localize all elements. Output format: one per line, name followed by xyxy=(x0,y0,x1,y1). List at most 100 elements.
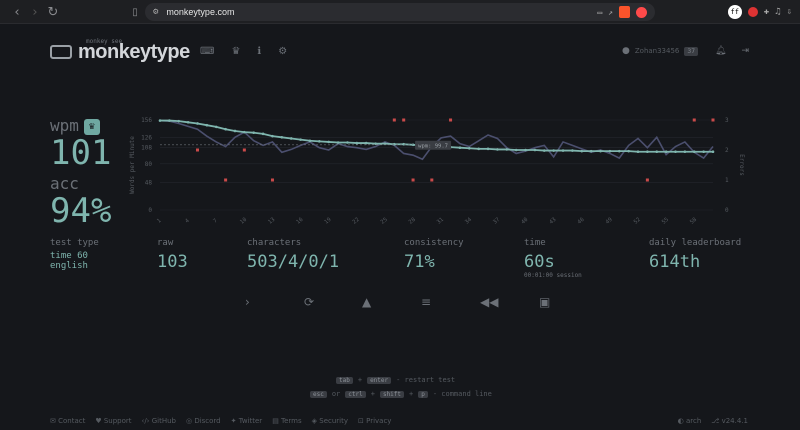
settings-gear-icon[interactable]: ⚙ xyxy=(278,46,287,57)
wpm-point xyxy=(627,149,630,153)
y-tick-label: 0 xyxy=(148,207,152,214)
characters-label: characters xyxy=(247,238,302,248)
error-point xyxy=(449,118,453,122)
record-icon[interactable] xyxy=(747,7,758,17)
monkeytype-app: monkey see monkeytype ⌨ ♛ ℹ ⚙ ● Zohan334… xyxy=(0,24,800,430)
username: Zohan33456 xyxy=(634,47,680,55)
time-value: 60s xyxy=(524,252,555,272)
error-point xyxy=(402,118,406,122)
error-point xyxy=(242,148,246,152)
bookmark-icon[interactable]: ▯ xyxy=(126,3,144,21)
y2-tick-label: 0 xyxy=(725,207,729,214)
repeat-test-icon[interactable]: ⟳ xyxy=(304,295,314,309)
x-tick-label: 43 xyxy=(549,217,558,226)
wpm-point xyxy=(186,121,190,124)
error-point xyxy=(411,178,415,182)
wpm-point xyxy=(177,119,181,123)
footer-terms[interactable]: ▤ Terms xyxy=(272,417,301,425)
share-icon[interactable]: ↗ xyxy=(608,8,613,17)
wpm-point xyxy=(346,141,349,144)
reload-icon[interactable]: ↻ xyxy=(44,3,62,21)
x-tick-label: 46 xyxy=(577,217,586,226)
error-point xyxy=(711,118,715,122)
toggle-words-history-icon[interactable]: ≡ xyxy=(421,295,431,309)
forward-icon[interactable]: › xyxy=(26,3,44,21)
footer-twitter[interactable]: ✦ Twitter xyxy=(231,417,263,425)
session-time: 00:01:00 session xyxy=(524,272,582,279)
y-tick-label: 80 xyxy=(145,161,153,168)
leaderboard-crown-icon[interactable]: ♛ xyxy=(231,46,240,57)
characters-value: 503/4/0/1 xyxy=(247,252,340,272)
extension-ff-icon[interactable]: ff xyxy=(727,5,742,19)
wpm-point xyxy=(571,149,574,152)
about-info-icon[interactable]: ℹ xyxy=(257,46,261,57)
footer-github[interactable]: ‹/› GitHub xyxy=(142,417,176,425)
x-tick-label: 49 xyxy=(605,217,614,226)
x-tick-label: 16 xyxy=(295,217,304,226)
watch-replay-icon[interactable]: ◀◀ xyxy=(480,295,498,309)
error-point xyxy=(270,178,274,182)
wpm-point xyxy=(711,150,715,154)
wpm-point xyxy=(214,125,218,129)
extensions-icon[interactable]: ✚ xyxy=(764,7,769,17)
terms-label: Terms xyxy=(281,417,302,425)
error-point xyxy=(645,178,649,182)
next-test-chevron-icon[interactable]: › xyxy=(245,295,250,309)
support-label: Support xyxy=(103,417,132,425)
footer-links: ✉ Contact ♥ Support ‹/› GitHub ◎ Discord… xyxy=(50,417,391,425)
notifications-bell-icon[interactable]: 🔔︎ xyxy=(715,46,726,56)
save-screenshot-icon[interactable]: ▣ xyxy=(539,295,550,309)
version-label: v24.4.1 xyxy=(721,417,748,425)
user-icon: ● xyxy=(622,46,630,56)
wpm-point xyxy=(271,134,274,138)
consistency-label: consistency xyxy=(404,238,464,248)
theme-button[interactable]: ◐ arch xyxy=(678,417,702,425)
keyboard-icon[interactable]: ⌨ xyxy=(200,46,214,57)
raw-series-line xyxy=(159,119,714,161)
footer-privacy[interactable]: ⊡ Privacy xyxy=(358,417,391,425)
wpm-point xyxy=(261,132,265,136)
version-button[interactable]: ⎇ v24.4.1 xyxy=(711,417,748,425)
media-icon[interactable]: ♫ xyxy=(775,7,780,17)
command-line-hint: esc or ctrl + shift + p - command line xyxy=(310,390,492,398)
raw-stat: raw 103 xyxy=(157,238,188,272)
wpm-point xyxy=(664,150,668,154)
x-tick-label: 31 xyxy=(436,217,445,226)
wpm-point xyxy=(636,150,640,154)
wpm-chart[interactable]: 0488010812615601231 4 7 10 13 16 19 22 25 28 31 34 3… xyxy=(128,110,748,230)
wpm-point xyxy=(599,149,602,153)
x-tick-label: 1 xyxy=(156,218,162,225)
wpm-point xyxy=(402,142,405,146)
wpm-point xyxy=(655,150,659,154)
discord-label: Discord xyxy=(194,417,221,425)
site-info-icon[interactable]: ⚙ xyxy=(153,7,158,17)
p-key: p xyxy=(418,390,428,398)
acc-value: 94% xyxy=(50,191,112,231)
cast-icon[interactable]: ▭ xyxy=(597,8,602,17)
address-bar[interactable]: ⚙ monkeytype.com ▭ ↗ xyxy=(145,3,655,21)
downloads-icon[interactable]: ⇩ xyxy=(787,7,792,17)
x-tick-label: 55 xyxy=(661,217,670,226)
footer-discord[interactable]: ◎ Discord xyxy=(186,417,221,425)
wpm-point xyxy=(505,148,509,151)
logo-text[interactable]: monkeytype xyxy=(78,41,190,64)
brave-rewards-icon[interactable] xyxy=(636,6,647,18)
security-label: Security xyxy=(319,417,349,425)
logo-icon[interactable] xyxy=(50,45,72,59)
error-point xyxy=(430,178,434,182)
logout-icon[interactable]: ⇥ xyxy=(741,46,749,56)
footer-support[interactable]: ♥ Support xyxy=(95,417,131,425)
or-text: or xyxy=(331,390,341,398)
enter-key: enter xyxy=(367,376,392,384)
test-type-stat: test type time 60 english xyxy=(50,238,99,271)
footer-security[interactable]: ◈ Security xyxy=(312,417,348,425)
plus-text: + xyxy=(370,390,375,398)
wpm-point xyxy=(552,149,555,152)
restart-hint-text: - restart test xyxy=(396,376,456,384)
practice-words-warning-icon[interactable]: ▲ xyxy=(362,295,371,309)
user-account[interactable]: ● Zohan33456 37 🔔︎ ⇥ xyxy=(622,46,749,56)
brave-shields-icon[interactable] xyxy=(619,6,630,18)
back-icon[interactable]: ‹ xyxy=(8,3,26,21)
footer-contact[interactable]: ✉ Contact xyxy=(50,417,85,425)
error-point xyxy=(392,118,396,122)
